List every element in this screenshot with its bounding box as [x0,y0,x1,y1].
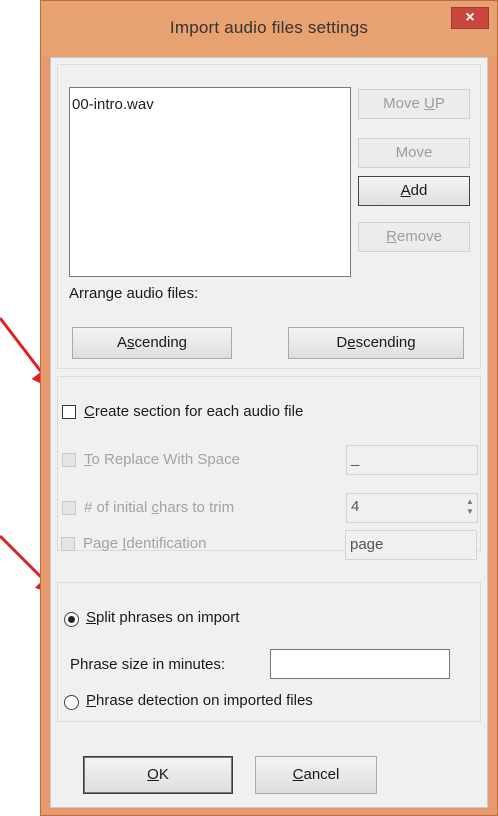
list-item[interactable]: 00-intro.wav [72,96,154,113]
page-identification-label: Page Identification [83,535,207,552]
ok-button[interactable]: OK [83,756,233,794]
replace-char-field[interactable]: _ [346,445,478,475]
arrange-label: Arrange audio files: [69,285,199,302]
add-button[interactable]: Add [358,176,470,206]
remove-button[interactable]: Remove [358,222,470,252]
page-identification-field[interactable]: page [345,530,477,560]
create-section-checkbox[interactable] [62,405,76,419]
phrase-size-label: Phrase size in minutes: [70,656,226,673]
phrase-detection-label[interactable]: Phrase detection on imported files [86,692,313,709]
dialog-title: Import audio files settings [169,18,369,37]
phrase-size-input[interactable] [270,649,450,679]
move-down-button[interactable]: Move [358,138,470,168]
move-up-button[interactable]: Move UP [358,89,470,119]
import-settings-dialog: Import audio files settings × 00-intro.w… [40,0,498,816]
phrase-detection-radio[interactable] [64,695,79,710]
split-phrases-label[interactable]: Split phrases on import [86,609,239,626]
descending-button[interactable]: Descending [288,327,464,359]
split-phrases-radio[interactable] [64,612,79,627]
audio-file-list[interactable]: 00-intro.wav [69,87,351,277]
spin-arrows-icon[interactable]: ▲ ▼ [465,497,475,519]
create-section-label[interactable]: Create section for each audio file [84,403,303,420]
cancel-button[interactable]: Cancel [255,756,377,794]
replace-with-space-checkbox[interactable] [62,453,76,467]
trim-chars-value: 4 [351,498,360,515]
dialog-body: 00-intro.wav Move UP Move Add Remove Arr… [50,57,488,808]
trim-chars-checkbox[interactable] [62,501,76,515]
page-identification-checkbox[interactable] [61,537,75,551]
title-bar[interactable]: Import audio files settings × [41,1,497,57]
section-options-panel: Create section for each audio file To Re… [57,376,481,551]
trim-chars-label: # of initial chars to trim [84,499,235,516]
close-button[interactable]: × [451,7,489,29]
close-icon: × [465,9,475,26]
ascending-button[interactable]: Ascending [72,327,232,359]
replace-with-space-label: To Replace With Space [84,451,240,468]
phrase-options-panel: Split phrases on import Phrase size in m… [57,582,481,722]
trim-chars-stepper[interactable]: 4 ▲ ▼ [346,493,478,523]
audio-files-panel: 00-intro.wav Move UP Move Add Remove Arr… [57,64,481,369]
